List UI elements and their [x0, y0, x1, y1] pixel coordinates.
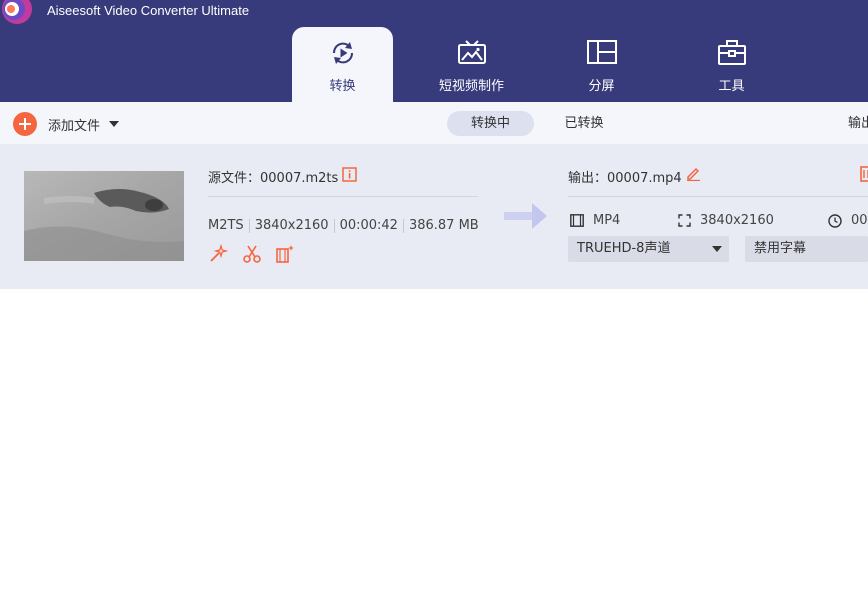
output-format-spec: MP4	[570, 213, 620, 228]
app-title: Aiseesoft Video Converter Ultimate	[47, 3, 250, 18]
film-icon	[570, 214, 584, 227]
tab-convert[interactable]: 转换	[292, 27, 393, 102]
output-duration-spec: 00	[828, 213, 868, 228]
subtitle-value: 禁用字幕	[754, 241, 807, 256]
chevron-down-icon	[712, 246, 722, 252]
video-thumbnail[interactable]	[24, 171, 184, 261]
tab-toolbox[interactable]: 工具	[681, 27, 782, 102]
source-divider	[208, 196, 478, 197]
output-file-name: 输出：00007.mp4	[568, 171, 682, 186]
cut-scissors-icon[interactable]	[242, 244, 262, 264]
tab-converted[interactable]: 已转换	[548, 111, 620, 136]
source-resolution: 3840x2160	[254, 218, 329, 233]
tab-converting[interactable]: 转换中	[447, 111, 534, 136]
tab-mv-label: 短视频制作	[438, 79, 504, 94]
app-window: Aiseesoft Video Converter Ultimate 转换 短视…	[0, 0, 868, 605]
tab-toolbox-label: 工具	[718, 79, 745, 94]
subtitle-dropdown[interactable]: 禁用字幕	[745, 236, 868, 262]
output-folder-label[interactable]: 输出	[848, 111, 868, 136]
output-duration: 00	[851, 213, 868, 228]
toolbar: 添加文件 转换中 已转换 输出	[0, 102, 868, 144]
edit-effects-icon[interactable]	[275, 244, 295, 264]
add-files-label: 添加文件	[48, 118, 101, 134]
output-resolution: 3840x2160	[700, 213, 774, 228]
audio-track-dropdown[interactable]: TRUEHD-8声道	[568, 236, 729, 262]
audio-track-value: TRUEHD-8声道	[577, 241, 671, 256]
source-format: M2TS	[208, 218, 244, 233]
add-files-button[interactable]: 添加文件	[13, 112, 120, 136]
app-logo-icon	[0, 0, 34, 26]
meta-separator	[402, 219, 404, 233]
source-file-name: 源文件：00007.m2ts	[208, 171, 339, 186]
info-icon[interactable]	[342, 167, 357, 182]
convert-arrow-icon	[504, 203, 547, 229]
convert-icon	[332, 42, 353, 64]
edit-pencil-icon[interactable]	[686, 166, 701, 181]
source-size: 386.87 MB	[408, 218, 479, 233]
output-resolution-spec: 3840x2160	[678, 213, 774, 228]
file-row[interactable]: 源文件：00007.m2ts M2TS 3840x2160 00:00:42 3…	[0, 144, 868, 289]
mv-icon	[457, 40, 486, 64]
source-meta: M2TS 3840x2160 00:00:42 386.87 MB	[208, 218, 479, 233]
top-navigation-bar: Aiseesoft Video Converter Ultimate 转换 短视…	[0, 0, 868, 102]
plus-icon	[13, 112, 37, 136]
expand-icon	[678, 214, 691, 227]
tab-convert-label: 转换	[329, 79, 356, 94]
toolbox-icon	[717, 40, 746, 65]
source-duration: 00:00:42	[339, 218, 398, 233]
collage-icon	[586, 40, 617, 64]
output-format: MP4	[593, 213, 621, 228]
clock-icon	[828, 213, 842, 228]
tab-collage-label: 分屏	[588, 79, 615, 94]
tab-mv[interactable]: 短视频制作	[421, 27, 522, 102]
meta-separator	[333, 219, 335, 233]
output-divider	[568, 196, 868, 197]
settings-icon[interactable]	[860, 166, 868, 182]
enhance-magic-wand-icon[interactable]	[208, 244, 228, 264]
tab-collage[interactable]: 分屏	[551, 27, 652, 102]
chevron-down-icon[interactable]	[109, 121, 120, 127]
meta-separator	[248, 219, 250, 233]
